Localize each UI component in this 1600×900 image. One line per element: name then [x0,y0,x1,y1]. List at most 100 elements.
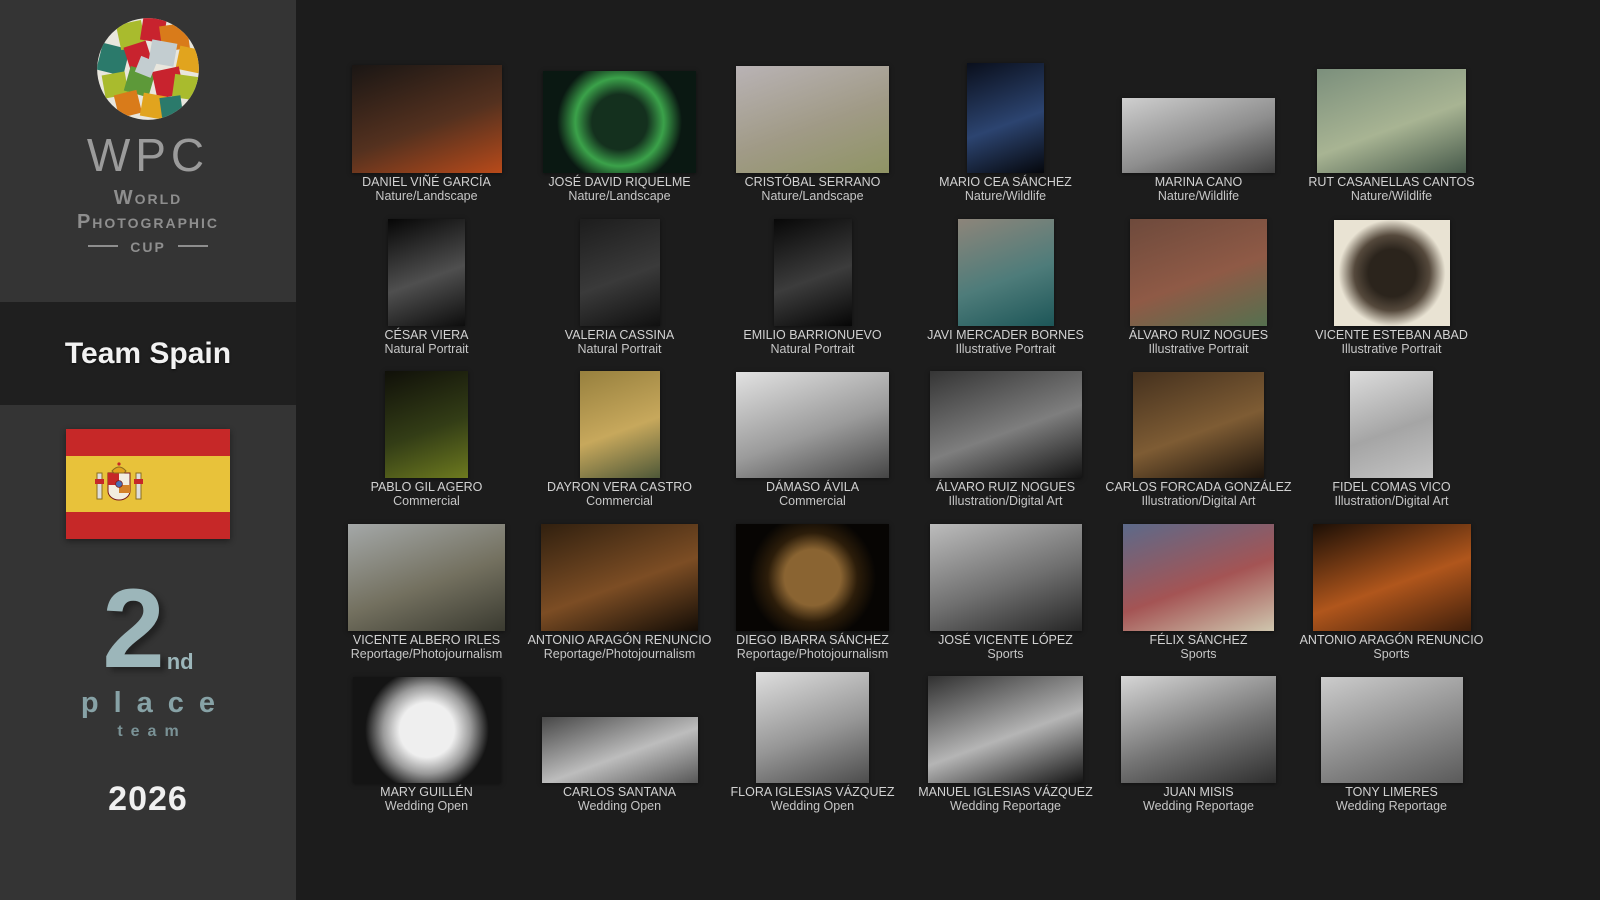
right-dash [178,245,208,247]
entry-card[interactable]: FÉLIX SÁNCHEZSports [1102,519,1295,672]
entry-category: Illustration/Digital Art [1142,494,1256,508]
photo-thumbnail-elephants[interactable] [1122,98,1275,173]
competition-year: 2026 [108,780,188,819]
entry-category: Nature/Landscape [375,189,477,203]
photographer-name: EMILIO BARRIONUEVO [743,328,881,342]
entry-card[interactable]: JUAN MISISWedding Reportage [1102,671,1295,824]
photo-thumbnail-palace-interior[interactable] [756,672,869,783]
photo-thumbnail-aerial-tundra[interactable] [736,66,889,173]
entry-card[interactable]: DIEGO IBARRA SÁNCHEZReportage/Photojourn… [716,519,909,672]
entry-card[interactable]: CARLOS SANTANAWedding Open [523,671,716,824]
entry-card[interactable]: EMILIO BARRIONUEVONatural Portrait [716,214,909,367]
photo-area [523,671,716,783]
entry-card[interactable]: DAYRON VERA CASTROCommercial [523,366,716,519]
photographer-name: MARIO CEA SÁNCHEZ [939,175,1072,189]
entry-card[interactable]: CRISTÓBAL SERRANONature/Landscape [716,61,909,214]
entry-category: Wedding Open [385,799,468,813]
photo-thumbnail-diving-kingfisher[interactable] [967,63,1044,173]
photo-thumbnail-smoke-cross[interactable] [736,524,889,631]
photo-area [909,519,1102,631]
photo-area [523,214,716,326]
entry-category: Illustrative Portrait [1148,342,1248,356]
photo-area [1102,214,1295,326]
entry-category: Natural Portrait [770,342,854,356]
photo-area [909,671,1102,783]
photo-thumbnail-figure-on-cube[interactable] [1350,371,1433,478]
photo-thumbnail-divers[interactable] [930,524,1082,631]
photographer-name: FLORA IGLESIAS VÁZQUEZ [731,785,895,799]
spain-flag [66,429,230,539]
photo-thumbnail-bearded-man[interactable] [388,219,465,326]
wpc-wordmark: World Photographic cup [77,186,219,258]
entry-category: Natural Portrait [384,342,468,356]
photo-thumbnail-aurora-ring[interactable] [543,71,696,173]
entry-card[interactable]: MANUEL IGLESIAS VÁZQUEZWedding Reportage [909,671,1102,824]
entry-category: Nature/Wildlife [965,189,1046,203]
photographer-name: CÉSAR VIERA [384,328,468,342]
entry-category: Commercial [393,494,460,508]
entry-card[interactable]: VICENTE ALBERO IRLESReportage/Photojourn… [330,519,523,672]
award-badge: 2 nd place team [66,583,230,740]
entry-card[interactable]: ANTONIO ARAGÓN RENUNCIOReportage/Photojo… [523,519,716,672]
entry-category: Commercial [779,494,846,508]
photo-thumbnail-street-wedding[interactable] [1321,677,1463,783]
photo-thumbnail-lava-face[interactable] [352,65,502,173]
photographer-name: ANTONIO ARAGÓN RENUNCIO [528,633,712,647]
photo-thumbnail-profile-beard[interactable] [774,219,852,326]
team-title: Team Spain [65,337,231,371]
award-place-label: place [66,689,230,718]
photographer-name: JOSÉ VICENTE LÓPEZ [938,633,1073,647]
photographer-name: FIDEL COMAS VICO [1332,480,1450,494]
entry-category: Sports [1373,647,1409,661]
entry-card[interactable]: MARIO CEA SÁNCHEZNature/Wildlife [909,61,1102,214]
wpc-globe-logo-icon [95,16,201,122]
entry-category: Illustrative Portrait [955,342,1055,356]
entry-category: Wedding Open [771,799,854,813]
entry-card[interactable]: ÁLVARO RUIZ NOGUESIllustrative Portrait [1102,214,1295,367]
entry-card[interactable]: CÉSAR VIERANatural Portrait [330,214,523,367]
photographer-name: CARLOS SANTANA [563,785,676,799]
entry-card[interactable]: TONY LIMERESWedding Reportage [1295,671,1488,824]
photographer-name: RUT CASANELLAS CANTOS [1308,175,1474,189]
entry-card[interactable]: CARLOS FORCADA GONZÁLEZIllustration/Digi… [1102,366,1295,519]
entry-card[interactable]: ANTONIO ARAGÓN RENUNCIOSports [1295,519,1488,672]
entry-card[interactable]: VALERIA CASSINANatural Portrait [523,214,716,367]
photo-thumbnail-crowd-jumper[interactable] [1121,676,1276,783]
photo-thumbnail-landfill-crowd[interactable] [348,524,505,631]
entry-card[interactable]: FLORA IGLESIAS VÁZQUEZWedding Open [716,671,909,824]
photo-thumbnail-acrobat-duo[interactable] [930,371,1082,478]
award-number: 2 [102,583,164,675]
photo-thumbnail-circular-portrait[interactable] [1334,220,1450,326]
photo-thumbnail-figure-on-water[interactable] [958,219,1054,326]
entry-card[interactable]: DÁMASO ÁVILACommercial [716,366,909,519]
entry-card[interactable]: PABLO GIL AGEROCommercial [330,366,523,519]
entry-card[interactable]: MARY GUILLÉNWedding Open [330,671,523,824]
photographer-name: ANTONIO ARAGÓN RENUNCIO [1300,633,1484,647]
photo-thumbnail-wedding-couple[interactable] [928,676,1083,783]
entry-card[interactable]: ÁLVARO RUIZ NOGUESIllustration/Digital A… [909,366,1102,519]
photo-thumbnail-children-blackboard[interactable] [541,524,698,631]
entry-card[interactable]: JOSÉ VICENTE LÓPEZSports [909,519,1102,672]
photo-thumbnail-backlit-silhouette[interactable] [353,677,501,783]
photo-thumbnail-golden-painting[interactable] [580,371,660,478]
photographer-name: ÁLVARO RUIZ NOGUES [936,480,1075,494]
photo-thumbnail-pole-vault-crowd[interactable] [1123,524,1274,631]
entry-card[interactable]: JAVI MERCADER BORNESIllustrative Portrai… [909,214,1102,367]
photo-thumbnail-orange-acrobats[interactable] [1313,524,1471,631]
photo-thumbnail-standing-man[interactable] [580,219,660,326]
entry-card[interactable]: FIDEL COMAS VICOIllustration/Digital Art [1295,366,1488,519]
photo-thumbnail-collage-room[interactable] [1130,219,1267,326]
entry-card[interactable]: VICENTE ESTEBAN ABADIllustrative Portrai… [1295,214,1488,367]
photo-thumbnail-revolving-doors[interactable] [542,717,698,783]
wordmark-line-cup: cup [77,234,219,258]
photo-thumbnail-leaping-cat[interactable] [1317,69,1466,173]
entry-card[interactable]: MARINA CANONature/Wildlife [1102,61,1295,214]
photo-thumbnail-still-life-chair[interactable] [385,371,468,478]
entry-card[interactable]: JOSÉ DAVID RIQUELMENature/Landscape [523,61,716,214]
photo-thumbnail-dancer-in-dish[interactable] [1133,372,1264,478]
entry-card[interactable]: RUT CASANELLAS CANTOSNature/Wildlife [1295,61,1488,214]
entry-card[interactable]: DANIEL VIÑÉ GARCÍANature/Landscape [330,61,523,214]
award-suffix: nd [167,651,194,673]
left-dash [88,245,118,247]
photo-thumbnail-station-arches[interactable] [736,372,889,478]
